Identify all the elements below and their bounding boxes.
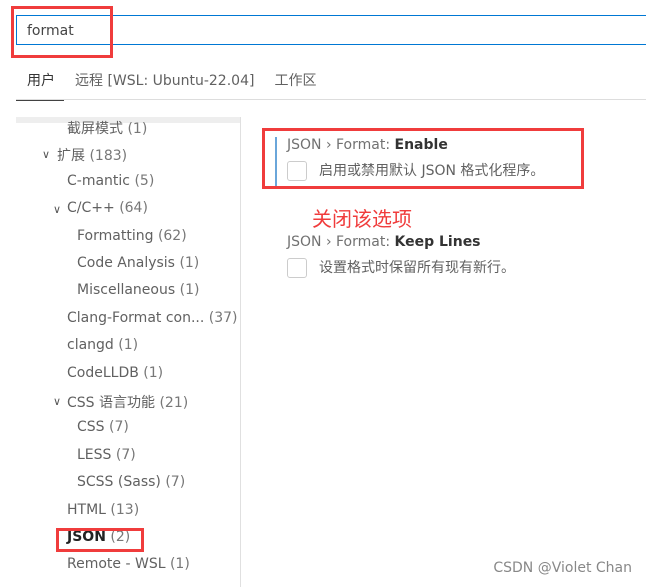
keep-lines-checkbox[interactable] — [287, 258, 307, 278]
highlight-box-setting — [262, 128, 584, 189]
tree-item-count: (21) — [159, 395, 189, 411]
tree-item-label: Formatting — [77, 227, 154, 244]
tree-item[interactable]: 截屏模式 (1) — [67, 118, 147, 138]
tree-item-count: (7) — [115, 446, 136, 463]
tree-item[interactable]: Clang-Format con... (37) — [67, 310, 238, 326]
tree-item[interactable]: clangd (1) — [67, 337, 138, 353]
tree-item-label: CSS 语言功能 — [67, 395, 155, 411]
chevron-down-icon[interactable]: ∨ — [53, 203, 61, 216]
tree-item-label: Remote - WSL — [67, 556, 166, 573]
settings-scope-tabs: 用户 远程 [WSL: Ubuntu-22.04] 工作区 — [16, 70, 325, 101]
tree-item-label: HTML — [67, 501, 106, 518]
setting-description: 设置格式时保留所有现有新行。 — [319, 260, 515, 276]
tree-item-count: (1) — [169, 556, 190, 573]
tree-item-label: SCSS (Sass) — [77, 474, 161, 491]
tree-item-count: (5) — [134, 172, 155, 189]
tree-item-label: Clang-Format con... — [67, 309, 205, 326]
tree-item[interactable]: Code Analysis (1) — [77, 255, 199, 271]
tree-item-count: (7) — [109, 419, 129, 436]
tab-user[interactable]: 用户 — [16, 70, 64, 101]
tab-remote[interactable]: 远程 [WSL: Ubuntu-22.04] — [64, 70, 263, 99]
tree-item-count: (37) — [208, 309, 238, 326]
chevron-down-icon[interactable]: ∨ — [53, 395, 61, 408]
tree-item-label: 截屏模式 — [67, 121, 123, 137]
tree-item[interactable]: Miscellaneous (1) — [77, 282, 199, 298]
tree-item-label: LESS — [77, 446, 112, 463]
annotation-text: 关闭该选项 — [312, 207, 412, 231]
tree-item[interactable]: 扩展 (183) — [57, 145, 127, 165]
tree-item-label: CodeLLDB — [67, 364, 139, 381]
tree-item[interactable]: SCSS (Sass) (7) — [77, 474, 185, 490]
tree-item-count: (1) — [118, 337, 139, 354]
tree-item-label: C-mantic — [67, 172, 130, 189]
tree-item-label: Miscellaneous — [77, 282, 176, 299]
tree-item-count: (1) — [179, 282, 200, 299]
tree-item[interactable]: C-mantic (5) — [67, 173, 154, 189]
setting-prefix: JSON › Format: — [287, 234, 395, 250]
tree-item-count: (1) — [179, 255, 200, 271]
tab-workspace[interactable]: 工作区 — [263, 70, 325, 99]
tree-item-count: (7) — [165, 474, 186, 491]
setting-name: Keep Lines — [394, 234, 481, 250]
setting-json-format-keep-lines: JSON › Format: Keep Lines 设置格式时保留所有现有新行。 — [287, 234, 515, 278]
tree-item-count: (1) — [143, 364, 164, 381]
tree-item-count: (183) — [89, 148, 128, 165]
tree-item-count: (1) — [127, 121, 148, 137]
tree-item[interactable]: LESS (7) — [77, 447, 136, 463]
tree-item-count: (13) — [110, 501, 140, 518]
tree-item-label: CSS — [77, 419, 105, 436]
watermark: CSDN @Violet Chan — [493, 560, 632, 576]
tree-item-label: clangd — [67, 337, 114, 354]
tree-item[interactable]: CSS (7) — [77, 419, 129, 435]
tab-divider — [16, 99, 646, 100]
tree-item[interactable]: Formatting (62) — [77, 228, 187, 244]
highlight-box-json — [56, 528, 144, 552]
tree-item[interactable]: HTML (13) — [67, 502, 139, 518]
highlight-box-search — [11, 6, 113, 58]
tree-item-count: (62) — [157, 227, 187, 244]
tree-item-label: Code Analysis — [77, 255, 175, 271]
tree-item-label: 扩展 — [57, 148, 85, 165]
tree-item[interactable]: C/C++ (64) — [67, 200, 148, 216]
tree-item-label: C/C++ — [67, 200, 115, 217]
tree-item[interactable]: CodeLLDB (1) — [67, 365, 163, 381]
tree-item[interactable]: Remote - WSL (1) — [67, 556, 190, 572]
tree-item-count: (64) — [119, 200, 148, 217]
chevron-down-icon[interactable]: ∨ — [42, 148, 50, 161]
search-input[interactable] — [25, 22, 629, 40]
tree-item[interactable]: CSS 语言功能 (21) — [67, 392, 188, 412]
